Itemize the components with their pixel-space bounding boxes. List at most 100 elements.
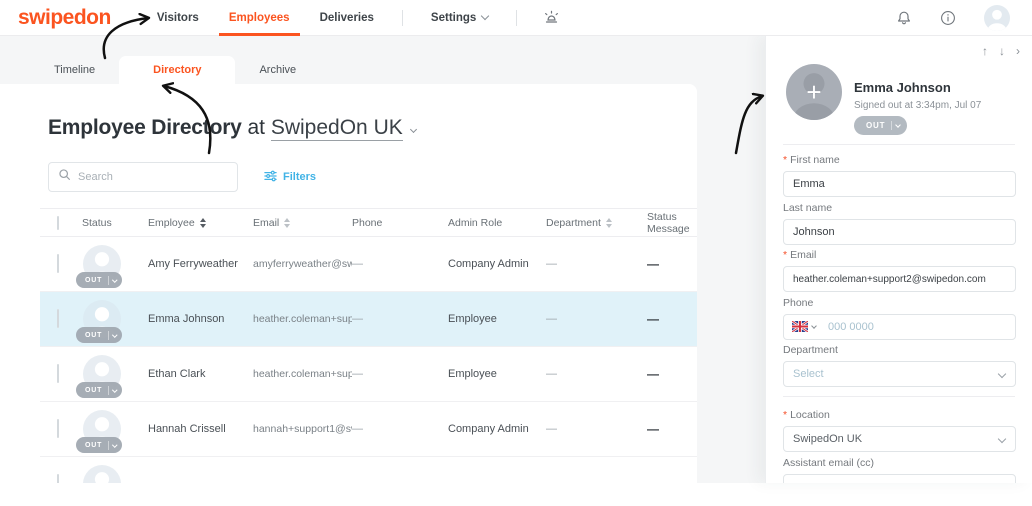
employee-admin-role: Employee [448, 313, 546, 325]
filters-button[interactable]: Filters [264, 170, 316, 185]
tab-timeline[interactable]: Timeline [30, 56, 119, 84]
employee-status-message: — [647, 312, 697, 326]
country-code-selector[interactable] [792, 321, 816, 332]
employee-phone: — [352, 258, 448, 270]
chevron-down-icon [112, 277, 117, 282]
row-checkbox[interactable] [57, 474, 59, 483]
close-panel-chevron-icon[interactable]: › [1016, 44, 1020, 58]
chevron-down-icon [811, 323, 817, 329]
email-input[interactable] [783, 266, 1016, 292]
primary-nav: Visitors Employees Deliveries Settings [155, 2, 560, 34]
employee-email: amyferryweather@swipe... [253, 258, 352, 270]
employee-phone: — [352, 368, 448, 380]
table-row[interactable]: OUT [40, 457, 697, 483]
status-badge[interactable]: OUT [76, 437, 122, 453]
field-first-name: *First name [783, 154, 1016, 197]
column-header-phone[interactable]: Phone [352, 217, 448, 229]
panel-employee-name: Emma Johnson [854, 80, 951, 95]
field-email: *Email [783, 249, 1016, 292]
filters-icon [264, 170, 277, 185]
last-name-input[interactable] [783, 219, 1016, 245]
assistant-email-input[interactable] [783, 474, 1016, 483]
main-content-area: Timeline Directory Archive Employee Dire… [0, 36, 768, 483]
nav-divider [516, 10, 517, 26]
department-select[interactable] [783, 361, 1016, 387]
location-selector[interactable]: SwipedOn UK [271, 116, 403, 141]
column-header-employee[interactable]: Employee [148, 217, 253, 229]
table-header-row: Status Employee Email Phone Admin Role D… [40, 208, 697, 237]
panel-navigation: ↑ ↓ › [982, 44, 1020, 58]
employee-phone: — [352, 423, 448, 435]
search-icon [58, 168, 71, 186]
status-badge[interactable]: OUT [76, 327, 122, 343]
select-all-checkbox[interactable] [57, 216, 59, 230]
row-checkbox[interactable] [57, 309, 59, 328]
emergency-siren-icon[interactable] [543, 9, 560, 26]
topbar-right-icons [896, 5, 1032, 31]
tab-strip: Timeline Directory Archive [0, 36, 768, 84]
employee-name: Hannah Crissell [148, 423, 253, 435]
notifications-bell-icon[interactable] [896, 10, 912, 26]
column-header-admin-role[interactable]: Admin Role [448, 217, 546, 229]
row-checkbox[interactable] [57, 254, 59, 273]
status-badge[interactable]: OUT [76, 272, 122, 288]
chevron-down-icon [112, 387, 117, 392]
table-row[interactable]: OUT Hannah Crissell hannah+support1@swip… [40, 402, 697, 457]
location-select[interactable] [783, 426, 1016, 452]
row-checkbox[interactable] [57, 364, 59, 383]
panel-status-badge[interactable]: OUT [854, 116, 907, 135]
column-header-status-message[interactable]: Status Message [647, 211, 697, 235]
nav-item-visitors[interactable]: Visitors [155, 2, 201, 34]
employee-table: Status Employee Email Phone Admin Role D… [40, 208, 697, 483]
field-department: Department [783, 344, 1016, 387]
table-toolbar: Filters [48, 162, 316, 192]
employee-avatar [83, 465, 121, 483]
nav-item-employees[interactable]: Employees [227, 2, 292, 34]
employee-admin-role: Company Admin [448, 258, 546, 270]
field-location: *Location [783, 409, 1016, 452]
column-header-department[interactable]: Department [546, 217, 647, 229]
employee-department: — [546, 313, 647, 325]
employee-email: hannah+support1@swip... [253, 423, 352, 435]
search-input[interactable] [78, 171, 228, 183]
search-box [48, 162, 238, 192]
table-row[interactable]: OUT Amy Ferryweather amyferryweather@swi… [40, 237, 697, 292]
previous-employee-arrow-icon[interactable]: ↑ [982, 44, 988, 58]
phone-input[interactable] [783, 314, 1016, 340]
employee-name: Emma Johnson [148, 313, 253, 325]
first-name-input[interactable] [783, 171, 1016, 197]
required-marker: * [783, 249, 787, 261]
user-avatar[interactable] [984, 5, 1010, 31]
top-navigation-bar: swipedon Visitors Employees Deliveries S… [0, 0, 1032, 36]
table-row-selected[interactable]: OUT Emma Johnson heather.coleman+suppor.… [40, 292, 697, 347]
chevron-down-icon [895, 122, 901, 128]
employee-email: heather.coleman+suppor... [253, 313, 352, 325]
next-employee-arrow-icon[interactable]: ↓ [999, 44, 1005, 58]
page-title: Employee Directory at SwipedOn UK [48, 116, 416, 140]
employee-department: — [546, 423, 647, 435]
employee-admin-role: Employee [448, 368, 546, 380]
table-row[interactable]: OUT Ethan Clark heather.coleman+suppor..… [40, 347, 697, 402]
chevron-down-icon [481, 11, 489, 19]
employee-photo-upload[interactable]: + [786, 64, 842, 120]
chevron-down-icon [410, 126, 417, 133]
field-assistant-email: Assistant email (cc) [783, 457, 1016, 483]
column-header-email[interactable]: Email [253, 217, 352, 229]
nav-item-settings[interactable]: Settings [429, 2, 490, 34]
info-icon[interactable] [940, 10, 956, 26]
nav-item-deliveries[interactable]: Deliveries [318, 2, 376, 34]
employee-email: heather.coleman+suppor... [253, 368, 352, 380]
nav-divider [402, 10, 403, 26]
tab-directory[interactable]: Directory [119, 56, 235, 84]
chevron-down-icon [112, 332, 117, 337]
swipedon-logo[interactable]: swipedon [18, 6, 111, 30]
employee-detail-panel: ↑ ↓ › + Emma Johnson Signed out at 3:34p… [765, 36, 1032, 483]
divider [783, 144, 1015, 145]
tab-archive[interactable]: Archive [235, 56, 320, 84]
column-header-status[interactable]: Status [82, 217, 148, 229]
sort-icon [606, 218, 612, 228]
status-badge[interactable]: OUT [76, 382, 122, 398]
row-checkbox[interactable] [57, 419, 59, 438]
chevron-down-icon [112, 442, 117, 447]
page-title-text: Employee Directory [48, 116, 242, 139]
